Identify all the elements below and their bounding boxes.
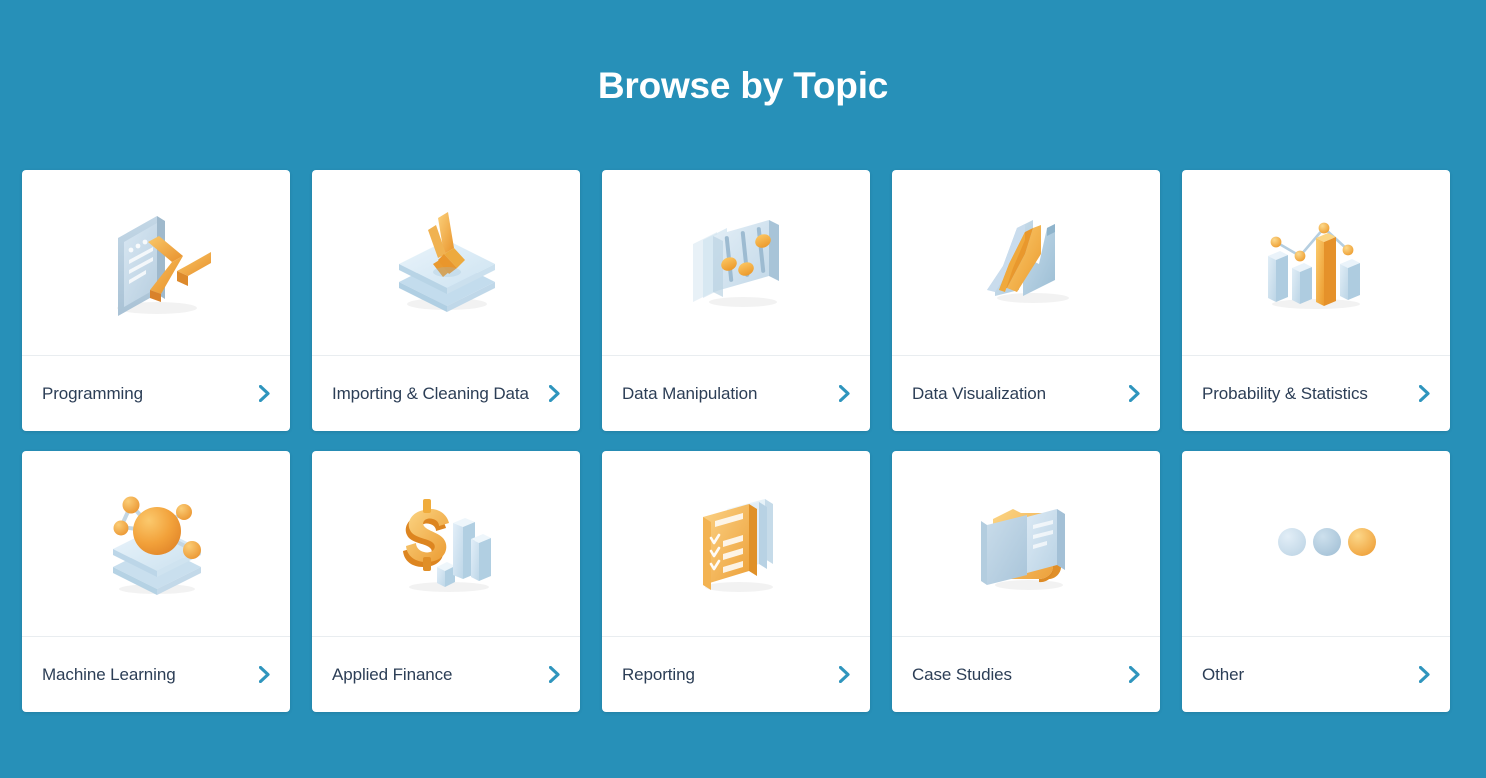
card-icon-area xyxy=(602,451,870,636)
bar-line-chart-icon xyxy=(1268,222,1360,309)
topic-label: Other xyxy=(1202,664,1245,684)
chevron-right-icon[interactable] xyxy=(1127,665,1141,685)
topic-label: Data Manipulation xyxy=(622,383,758,403)
neural-network-icon xyxy=(113,496,201,595)
card-footer[interactable]: Case Studies xyxy=(892,636,1160,712)
topic-card-importing-cleaning-data[interactable]: Importing & Cleaning Data xyxy=(312,170,580,431)
sliders-icon xyxy=(693,219,779,307)
chevron-right-icon[interactable] xyxy=(257,384,271,404)
topic-label: Reporting xyxy=(622,664,695,684)
dollar-bars-icon xyxy=(403,498,491,592)
chevron-right-icon[interactable] xyxy=(1127,384,1141,404)
topic-label: Programming xyxy=(42,383,143,403)
topic-card-data-visualization[interactable]: Data Visualization xyxy=(892,170,1160,431)
card-footer[interactable]: Probability & Statistics xyxy=(1182,355,1450,431)
card-icon-area xyxy=(892,170,1160,355)
down-arrow-layers-icon xyxy=(399,211,495,312)
topic-label: Case Studies xyxy=(912,664,1012,684)
card-footer[interactable]: Applied Finance xyxy=(312,636,580,712)
topic-label: Machine Learning xyxy=(42,664,176,684)
browse-by-topic-page: Browse by Topic Programming Importing & … xyxy=(0,0,1486,778)
topic-card-data-manipulation[interactable]: Data Manipulation xyxy=(602,170,870,431)
page-title: Browse by Topic xyxy=(597,65,889,106)
topic-card-other[interactable]: Other xyxy=(1182,451,1450,712)
chevron-right-icon[interactable] xyxy=(837,665,851,685)
chevron-right-icon[interactable] xyxy=(1417,384,1431,404)
chevron-right-icon[interactable] xyxy=(547,665,561,685)
topic-label: Probability & Statistics xyxy=(1202,383,1368,403)
card-footer[interactable]: Reporting xyxy=(602,636,870,712)
card-icon-area xyxy=(892,451,1160,636)
topic-card-grid: Programming Importing & Cleaning Data Da… xyxy=(22,170,1464,712)
card-footer[interactable]: Importing & Cleaning Data xyxy=(312,355,580,431)
topic-card-probability-statistics[interactable]: Probability & Statistics xyxy=(1182,170,1450,431)
topic-label: Applied Finance xyxy=(332,664,453,684)
terminal-prompt-icon xyxy=(117,215,211,316)
card-footer[interactable]: Programming xyxy=(22,355,290,431)
checklist-document-icon xyxy=(703,498,773,592)
topic-card-machine-learning[interactable]: Machine Learning xyxy=(22,451,290,712)
chevron-right-icon[interactable] xyxy=(547,384,561,404)
chevron-right-icon[interactable] xyxy=(257,665,271,685)
ellipsis-dots-icon xyxy=(1278,527,1376,556)
card-footer[interactable]: Data Manipulation xyxy=(602,355,870,431)
card-icon-area xyxy=(312,170,580,355)
area-chart-icon xyxy=(987,219,1069,303)
chevron-right-icon[interactable] xyxy=(837,384,851,404)
card-footer[interactable]: Other xyxy=(1182,636,1450,712)
card-icon-area xyxy=(1182,451,1450,636)
card-footer[interactable]: Machine Learning xyxy=(22,636,290,712)
topic-card-applied-finance[interactable]: Applied Finance xyxy=(312,451,580,712)
card-icon-area xyxy=(312,451,580,636)
card-icon-area xyxy=(22,170,290,355)
topic-label: Importing & Cleaning Data xyxy=(332,383,529,403)
folder-document-icon xyxy=(981,508,1065,590)
card-icon-area xyxy=(22,451,290,636)
card-icon-area xyxy=(1182,170,1450,355)
topic-label: Data Visualization xyxy=(912,383,1046,403)
card-icon-area xyxy=(602,170,870,355)
chevron-right-icon[interactable] xyxy=(1417,665,1431,685)
card-footer[interactable]: Data Visualization xyxy=(892,355,1160,431)
topic-card-programming[interactable]: Programming xyxy=(22,170,290,431)
topic-card-case-studies[interactable]: Case Studies xyxy=(892,451,1160,712)
topic-card-reporting[interactable]: Reporting xyxy=(602,451,870,712)
